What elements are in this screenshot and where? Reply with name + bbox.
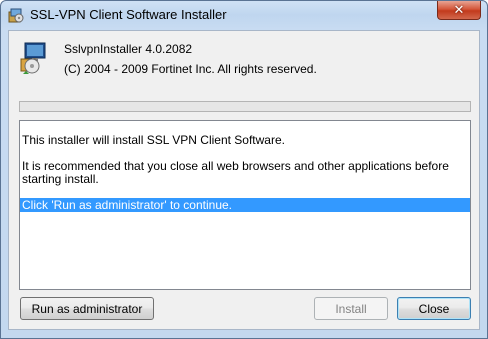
close-button[interactable]: Close [397,297,471,320]
window-title: SSL-VPN Client Software Installer [30,7,227,22]
installer-icon [7,6,25,24]
log-line-selected[interactable]: Click 'Run as administrator' to continue… [20,198,470,212]
install-log[interactable]: This installer will install SSL VPN Clie… [19,120,471,290]
install-progress-bar [19,101,471,112]
title-bar[interactable]: SSL-VPN Client Software Installer ✕ [1,1,487,29]
app-installer-icon [19,41,49,75]
run-as-administrator-button[interactable]: Run as administrator [20,297,154,320]
app-version-text: SslvpnInstaller 4.0.2082 [64,42,193,56]
install-button[interactable]: Install [314,297,388,320]
log-line: This installer will install SSL VPN Clie… [22,133,285,147]
log-line: starting install. [22,172,99,186]
close-icon: ✕ [453,2,465,18]
installer-window: SSL-VPN Client Software Installer ✕ Sslv… [0,0,488,339]
window-close-button[interactable]: ✕ [437,1,481,20]
client-area: SslvpnInstaller 4.0.2082 (C) 2004 - 2009… [8,30,480,330]
copyright-text: (C) 2004 - 2009 Fortinet Inc. All rights… [64,62,317,76]
log-line: It is recommended that you close all web… [22,159,449,173]
